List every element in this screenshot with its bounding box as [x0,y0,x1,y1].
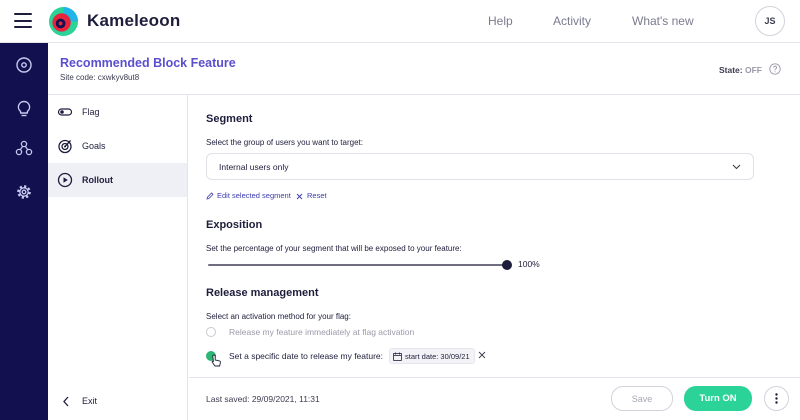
exit-button[interactable]: Exit [48,390,187,414]
edit-segment-link[interactable]: Edit selected segment [217,191,291,200]
chevron-left-icon [63,396,69,407]
calendar-icon [393,352,402,361]
project-header: Recommended Block Feature Site code: cxw… [48,43,800,95]
slider-track [208,264,506,266]
top-bar: Kameleoon Help Activity What's new JS [0,0,800,43]
turn-on-button[interactable]: Turn ON [684,386,752,411]
last-saved-text: Last saved: 29/09/2021, 11:31 [206,394,320,404]
integrations-icon[interactable] [14,139,34,159]
settings-gear-icon[interactable] [14,182,34,202]
radio-immediate[interactable] [206,327,216,337]
exposition-title: Exposition [206,219,263,231]
nav-activity[interactable]: Activity [553,14,591,28]
sidebar-item-label: Rollout [82,175,113,185]
nav-whats-new[interactable]: What's new [632,14,694,28]
play-circle-icon [57,172,73,188]
exit-label: Exit [82,396,98,406]
nav-help[interactable]: Help [488,14,513,28]
exposition-slider[interactable] [208,260,512,270]
pointer-cursor-icon [211,354,221,367]
chevron-down-icon [732,164,741,170]
toggle-icon [57,108,73,116]
release-option-immediate[interactable]: Release my feature immediately at flag a… [206,327,506,339]
state-label: State: [719,65,743,75]
close-icon [296,193,303,200]
radio-immediate-label: Release my feature immediately at flag a… [229,327,415,337]
site-code: Site code: cxwkyv8ut8 [60,73,140,82]
slider-handle[interactable] [502,260,512,270]
segment-select[interactable]: Internal users only [206,153,754,180]
save-button[interactable]: Save [611,386,673,411]
brand-name: Kameleoon [87,11,181,30]
rollout-panel: Segment Select the group of users you wa… [189,95,800,377]
exposition-subtitle: Set the percentage of your segment that … [206,244,462,253]
reset-segment-link[interactable]: Reset [307,191,327,200]
kameleoon-logo-icon [48,6,79,37]
sidebar-item-goals[interactable]: Goals [48,129,187,163]
sidebar-item-label: Flag [82,107,100,117]
footer-bar: Last saved: 29/09/2021, 11:31 Save Turn … [189,377,800,420]
exposition-percent: 100% [518,259,540,269]
state-value: OFF [745,65,762,75]
segment-selected-value: Internal users only [219,162,289,172]
feature-side-menu: Flag Goals Rollout Exit [48,95,188,420]
release-title: Release management [206,287,319,299]
more-options-button[interactable] [764,386,789,411]
segment-subtitle: Select the group of users you want to ta… [206,138,363,147]
left-rail [0,43,48,420]
hamburger-menu-icon[interactable] [14,13,32,28]
clear-date-icon[interactable] [478,351,486,359]
sidebar-item-rollout[interactable]: Rollout [48,163,187,197]
segment-title: Segment [206,113,253,125]
release-option-date[interactable]: Set a specific date to release my featur… [206,351,386,363]
pencil-icon [206,192,214,200]
dashboard-icon[interactable] [14,55,34,75]
vertical-dots-icon [775,393,778,404]
release-subtitle: Select an activation method for your fla… [206,312,351,321]
target-icon [58,139,72,154]
page-title: Recommended Block Feature [60,56,236,70]
start-date-text: start date: 30/09/21 [405,351,470,361]
user-avatar[interactable]: JS [755,6,785,36]
lightbulb-icon[interactable] [14,99,34,119]
state-indicator: State: OFF [719,65,762,75]
start-date-chip[interactable]: start date: 30/09/21 [389,348,475,364]
sidebar-item-label: Goals [82,141,106,151]
help-icon[interactable] [769,63,781,75]
sidebar-item-flag[interactable]: Flag [48,95,187,129]
radio-date-label: Set a specific date to release my featur… [229,351,384,361]
